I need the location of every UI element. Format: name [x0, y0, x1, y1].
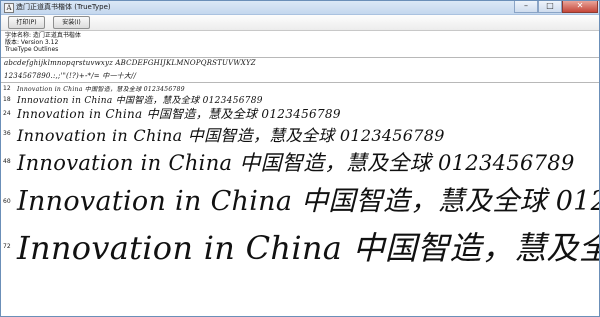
sample-row: 48 Innovation in China 中国智造，慧及全球 0123456…	[1, 146, 599, 179]
sample-row: 60 Innovation in China 中国智造，慧及全球 0123456…	[1, 179, 599, 221]
sample-text: Innovation in China 中国智造，慧及全球 0123456789	[17, 229, 599, 267]
size-label: 60	[3, 198, 11, 205]
size-label: 36	[3, 130, 11, 137]
font-version-text: 版本: Version 3.12	[5, 39, 59, 46]
window-controls: – □ ✕	[514, 1, 598, 13]
sample-text: Innovation in China 中国智造，慧及全球 0123456789	[17, 86, 185, 93]
size-label: 48	[3, 158, 11, 165]
toolbar: 打印(P) 安装(I)	[1, 15, 599, 31]
sample-text: Innovation in China 中国智造，慧及全球 0123456789	[17, 186, 599, 217]
font-type-text: TrueType Outlines	[5, 46, 59, 53]
maximize-button[interactable]: □	[538, 1, 562, 13]
sample-text: Innovation in China 中国智造，慧及全球 0123456789	[17, 126, 445, 145]
minimize-button[interactable]: –	[514, 1, 538, 13]
sample-text: Innovation in China 中国智造，慧及全球 0123456789	[17, 107, 341, 121]
sample-row: 36 Innovation in China 中国智造，慧及全球 0123456…	[1, 122, 599, 146]
size-label: 18	[3, 96, 11, 103]
close-button[interactable]: ✕	[562, 1, 598, 13]
print-button[interactable]: 打印(P)	[8, 16, 45, 29]
charset-digits: 1234567890.:,;'"(!?)+-*/= 中一十大//	[4, 72, 137, 80]
divider	[1, 82, 599, 83]
font-file-icon: A	[4, 3, 14, 13]
font-info: 字体名称: 造门正道真书楷体 版本: Version 3.12 TrueType…	[5, 32, 81, 53]
font-name-text: 字体名称: 造门正道真书楷体	[5, 32, 81, 39]
sample-row: 12 Innovation in China 中国智造，慧及全球 0123456…	[1, 84, 599, 93]
size-label: 12	[3, 85, 11, 92]
font-viewer-window: A 造门正道真书楷体 (TrueType) – □ ✕ 打印(P) 安装(I) …	[0, 0, 600, 317]
charset-latin: abcdefghijklmnopqrstuvwxyz ABCDEFGHIJKLM…	[4, 59, 256, 67]
size-label: 24	[3, 110, 11, 117]
sample-row: 24 Innovation in China 中国智造，慧及全球 0123456…	[1, 105, 599, 122]
window-title: 造门正道真书楷体 (TrueType)	[16, 3, 111, 11]
size-label: 72	[3, 243, 11, 250]
install-button[interactable]: 安装(I)	[53, 16, 90, 29]
sample-text: Innovation in China 中国智造，慧及全球 0123456789	[17, 151, 575, 175]
divider	[1, 57, 599, 58]
sample-row: 72 Innovation in China 中国智造，慧及全球 0123456…	[1, 221, 599, 271]
sample-row: 18 Innovation in China 中国智造，慧及全球 0123456…	[1, 93, 599, 106]
title-bar[interactable]: A 造门正道真书楷体 (TrueType) – □ ✕	[1, 1, 599, 15]
